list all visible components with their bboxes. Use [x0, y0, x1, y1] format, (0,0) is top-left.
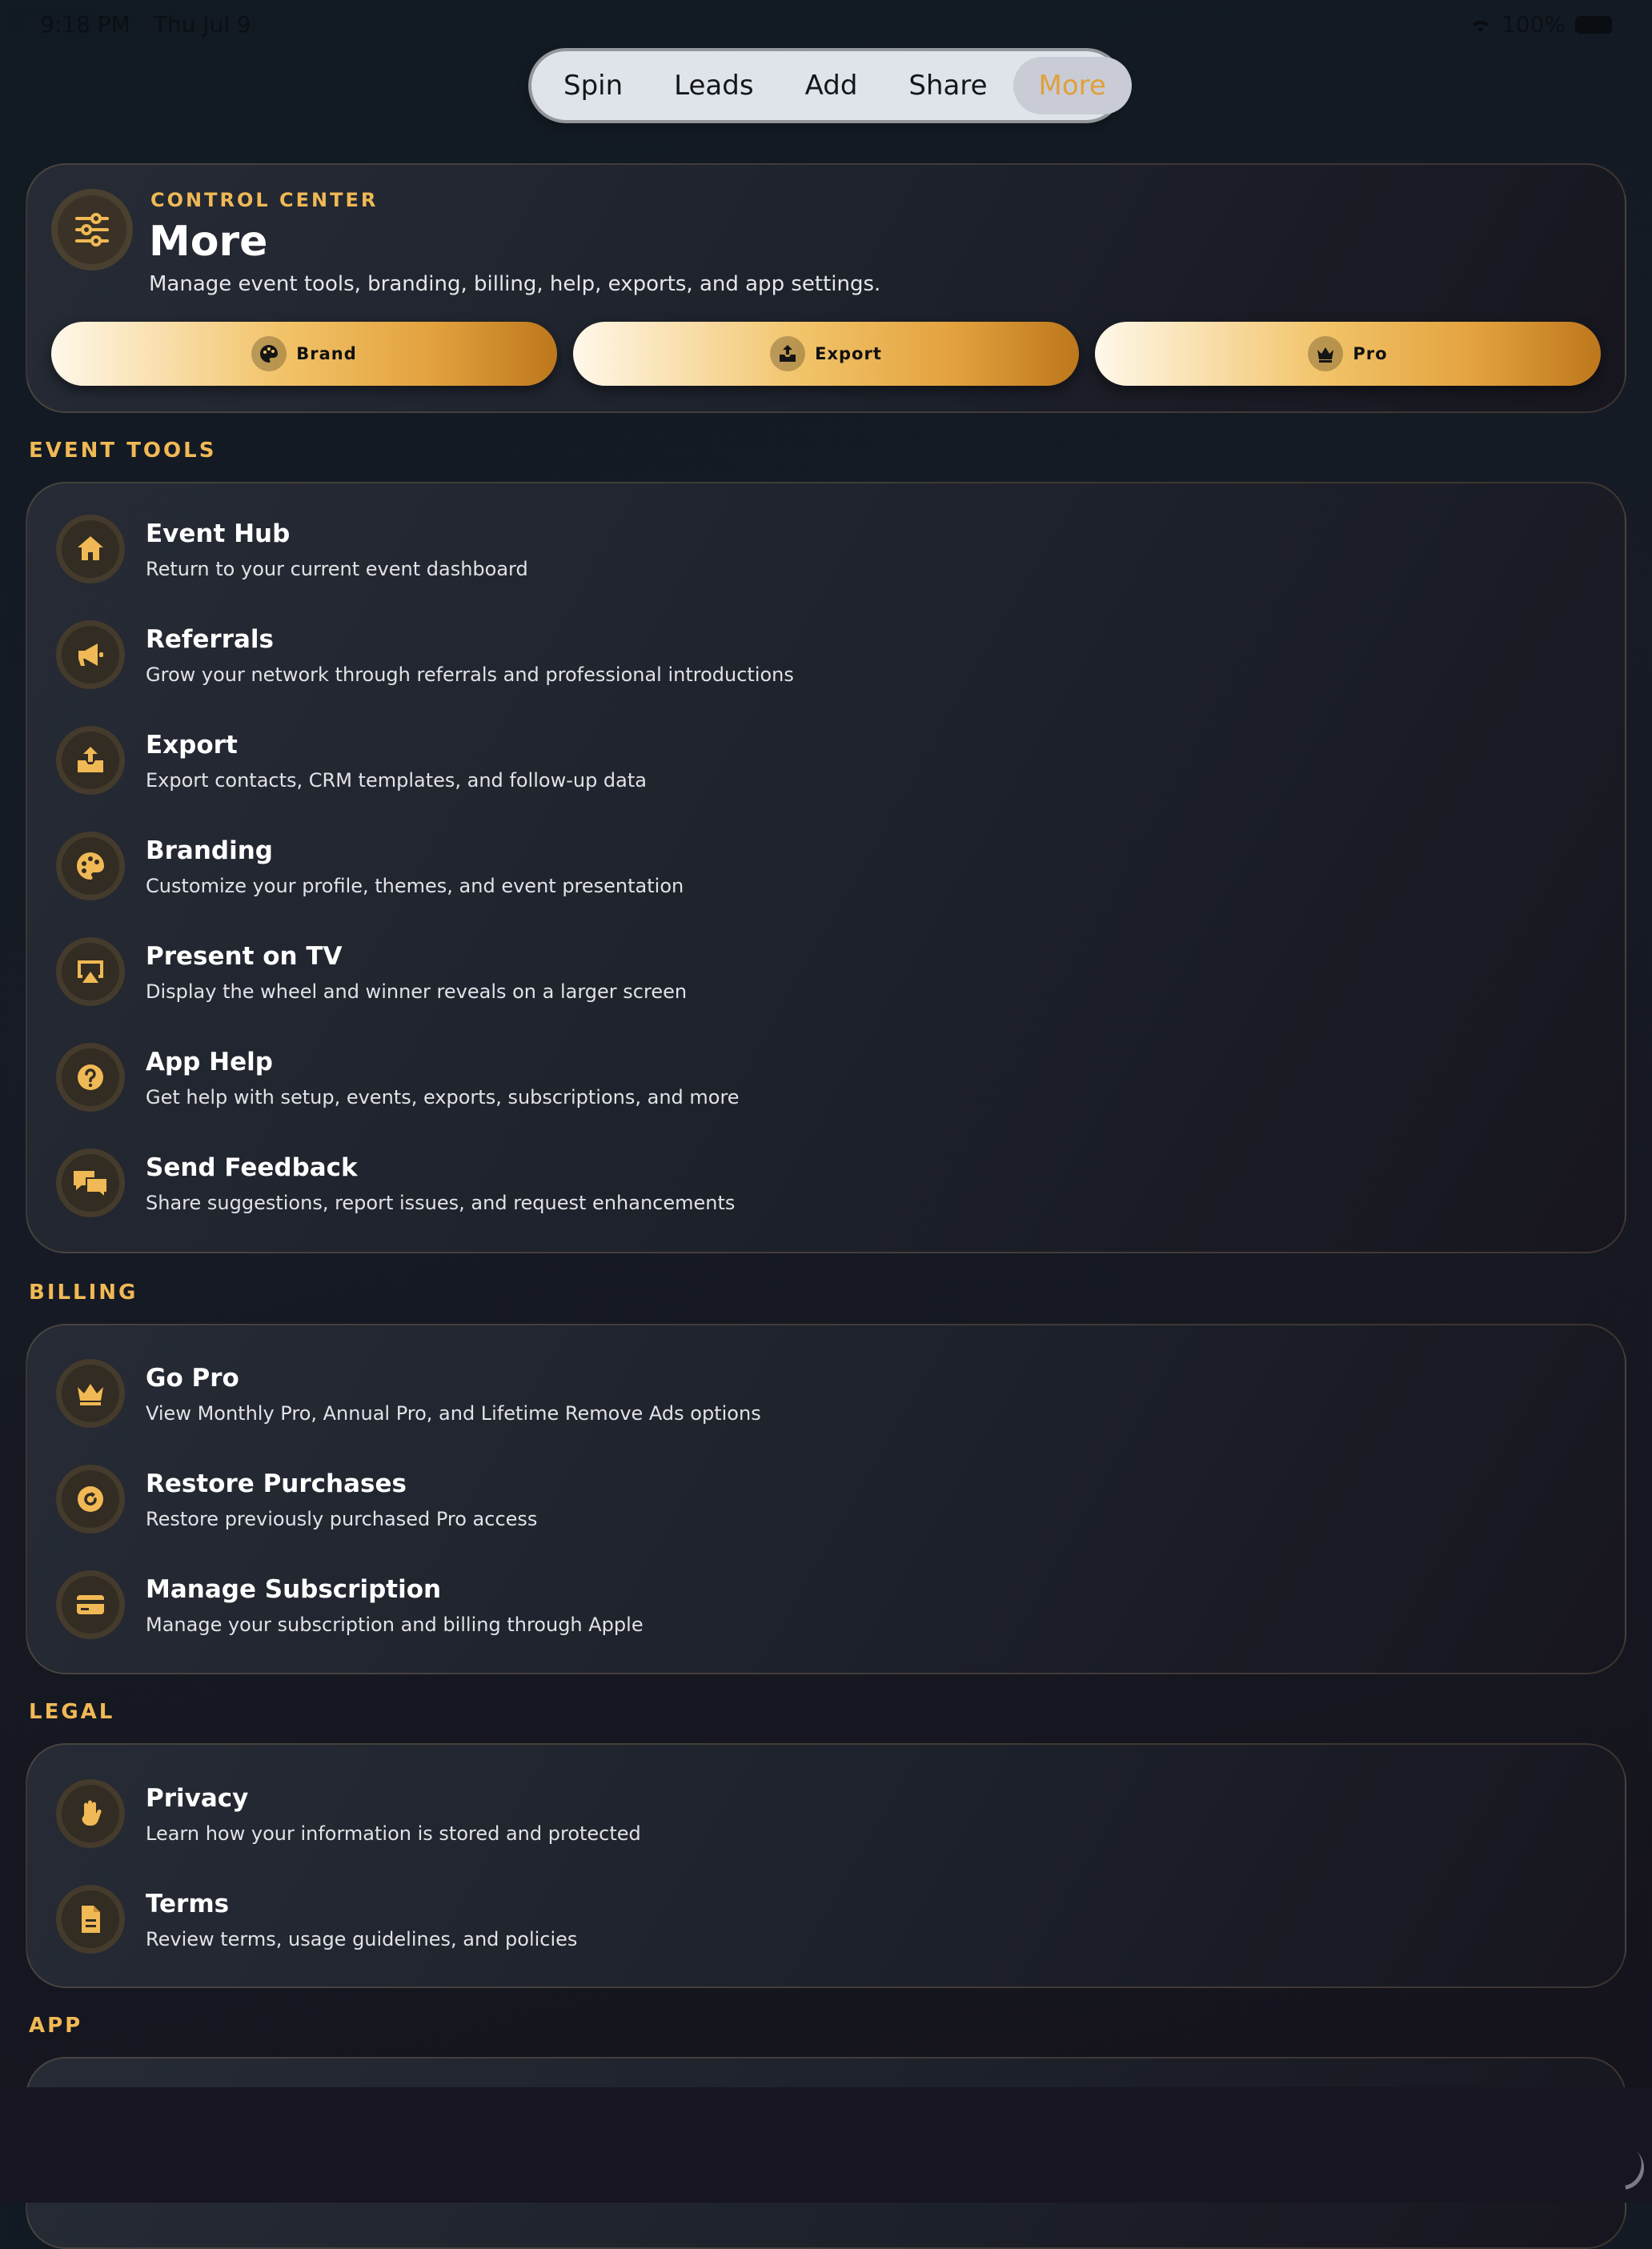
brand-button[interactable]: Brand: [51, 322, 557, 386]
section-label-app: APP: [29, 2014, 83, 2038]
menu-item-subtitle: Share suggestions, report issues, and re…: [146, 1192, 736, 1214]
section-label-legal: LEGAL: [29, 1700, 115, 1724]
menu-item-subtitle: Display the wheel and winner reveals on …: [146, 980, 688, 1003]
menu-item-title: Referrals: [146, 625, 274, 654]
menu-item-subtitle: Get help with setup, events, exports, su…: [146, 1086, 740, 1108]
credit-card-icon: [56, 1570, 125, 1639]
sliders-icon: [51, 189, 133, 271]
export-button-label: Export: [815, 344, 882, 363]
menu-item-manage-subscription[interactable]: Manage Subscription Manage your subscrip…: [29, 1561, 1550, 1649]
menu-item-subtitle: Export contacts, CRM templates, and foll…: [146, 769, 647, 792]
menu-item-app-help[interactable]: App Help Get help with setup, events, ex…: [29, 1033, 1550, 1121]
menu-item-title: Terms: [146, 1890, 230, 1918]
menu-item-send-feedback[interactable]: Send Feedback Share suggestions, report …: [29, 1139, 1550, 1227]
menu-item-export[interactable]: Export Export contacts, CRM templates, a…: [29, 716, 1550, 804]
menu-item-subtitle: Learn how your information is stored and…: [146, 1822, 641, 1845]
menu-item-privacy[interactable]: Privacy Learn how your information is st…: [29, 1770, 1550, 1858]
restore-icon: [56, 1465, 125, 1533]
menu-item-present-on-tv[interactable]: Present on TV Display the wheel and winn…: [29, 928, 1550, 1016]
menu-item-title: Present on TV: [146, 942, 343, 971]
pro-button-label: Pro: [1353, 344, 1388, 363]
menu-item-subtitle: Grow your network through referrals and …: [146, 663, 794, 686]
house-icon: [56, 515, 125, 583]
menu-item-title: App Help: [146, 1048, 273, 1076]
status-bar: 9:18 PM Thu Jul 9 100%: [40, 11, 1612, 43]
menu-item-title: Event Hub: [146, 519, 291, 548]
menu-item-go-pro[interactable]: Go Pro View Monthly Pro, Annual Pro, and…: [29, 1349, 1550, 1437]
megaphone-icon: [56, 620, 125, 689]
tray-upload-icon: [56, 726, 125, 795]
airplay-icon: [56, 937, 125, 1006]
page-title: More: [149, 218, 268, 266]
hand-icon: [56, 1779, 125, 1848]
palette-icon: [251, 336, 287, 371]
battery-icon: [1575, 15, 1612, 34]
menu-item-restore-purchases[interactable]: Restore Purchases Restore previously pur…: [29, 1455, 1550, 1543]
question-icon: [56, 1043, 125, 1112]
menu-item-subtitle: Customize your profile, themes, and even…: [146, 875, 684, 897]
status-date: Thu Jul 9: [153, 11, 251, 38]
menu-item-subtitle: Return to your current event dashboard: [146, 558, 528, 580]
section-label-billing: BILLING: [29, 1281, 138, 1305]
menu-item-subtitle: Review terms, usage guidelines, and poli…: [146, 1928, 578, 1950]
crown-icon: [56, 1359, 125, 1428]
bottom-area: [0, 2087, 1652, 2203]
tab-bar: Spin Leads Add Share More: [531, 51, 1132, 120]
menu-item-title: Manage Subscription: [146, 1575, 442, 1604]
tab-share[interactable]: Share: [883, 57, 1012, 114]
menu-item-subtitle: Restore previously purchased Pro access: [146, 1508, 538, 1530]
status-time: 9:18 PM: [40, 11, 130, 38]
page-subtitle: Manage event tools, branding, billing, h…: [149, 272, 881, 296]
chat-bubbles-icon: [56, 1149, 125, 1217]
brand-button-label: Brand: [296, 344, 357, 363]
tab-add[interactable]: Add: [780, 57, 884, 114]
menu-item-title: Restore Purchases: [146, 1469, 407, 1498]
menu-item-terms[interactable]: Terms Review terms, usage guidelines, an…: [29, 1875, 1550, 1963]
tab-spin[interactable]: Spin: [538, 57, 648, 114]
menu-item-branding[interactable]: Branding Customize your profile, themes,…: [29, 822, 1550, 910]
wifi-icon: [1472, 20, 1489, 32]
menu-item-title: Go Pro: [146, 1364, 239, 1393]
palette-icon: [56, 832, 125, 900]
pro-button[interactable]: Pro: [1095, 322, 1601, 386]
menu-item-event-hub[interactable]: Event Hub Return to your current event d…: [29, 505, 1550, 593]
tray-upload-icon: [770, 336, 806, 371]
menu-item-title: Send Feedback: [146, 1153, 358, 1182]
status-bar-right: 100%: [1470, 11, 1612, 38]
menu-item-title: Privacy: [146, 1784, 249, 1813]
document-icon: [56, 1885, 125, 1954]
tab-more[interactable]: More: [1012, 57, 1132, 114]
control-center-kicker: CONTROL CENTER: [150, 189, 379, 211]
menu-item-subtitle: View Monthly Pro, Annual Pro, and Lifeti…: [146, 1402, 761, 1425]
battery-percent: 100%: [1501, 11, 1566, 38]
menu-item-title: Branding: [146, 836, 273, 865]
export-button[interactable]: Export: [573, 322, 1079, 386]
status-bar-left: 9:18 PM Thu Jul 9: [40, 11, 267, 38]
crown-icon: [1308, 336, 1344, 371]
menu-item-subtitle: Manage your subscription and billing thr…: [146, 1614, 644, 1636]
menu-item-title: Export: [146, 731, 238, 760]
section-label-event-tools: EVENT TOOLS: [29, 439, 217, 463]
tab-leads[interactable]: Leads: [648, 57, 779, 114]
menu-item-referrals[interactable]: Referrals Grow your network through refe…: [29, 611, 1550, 699]
